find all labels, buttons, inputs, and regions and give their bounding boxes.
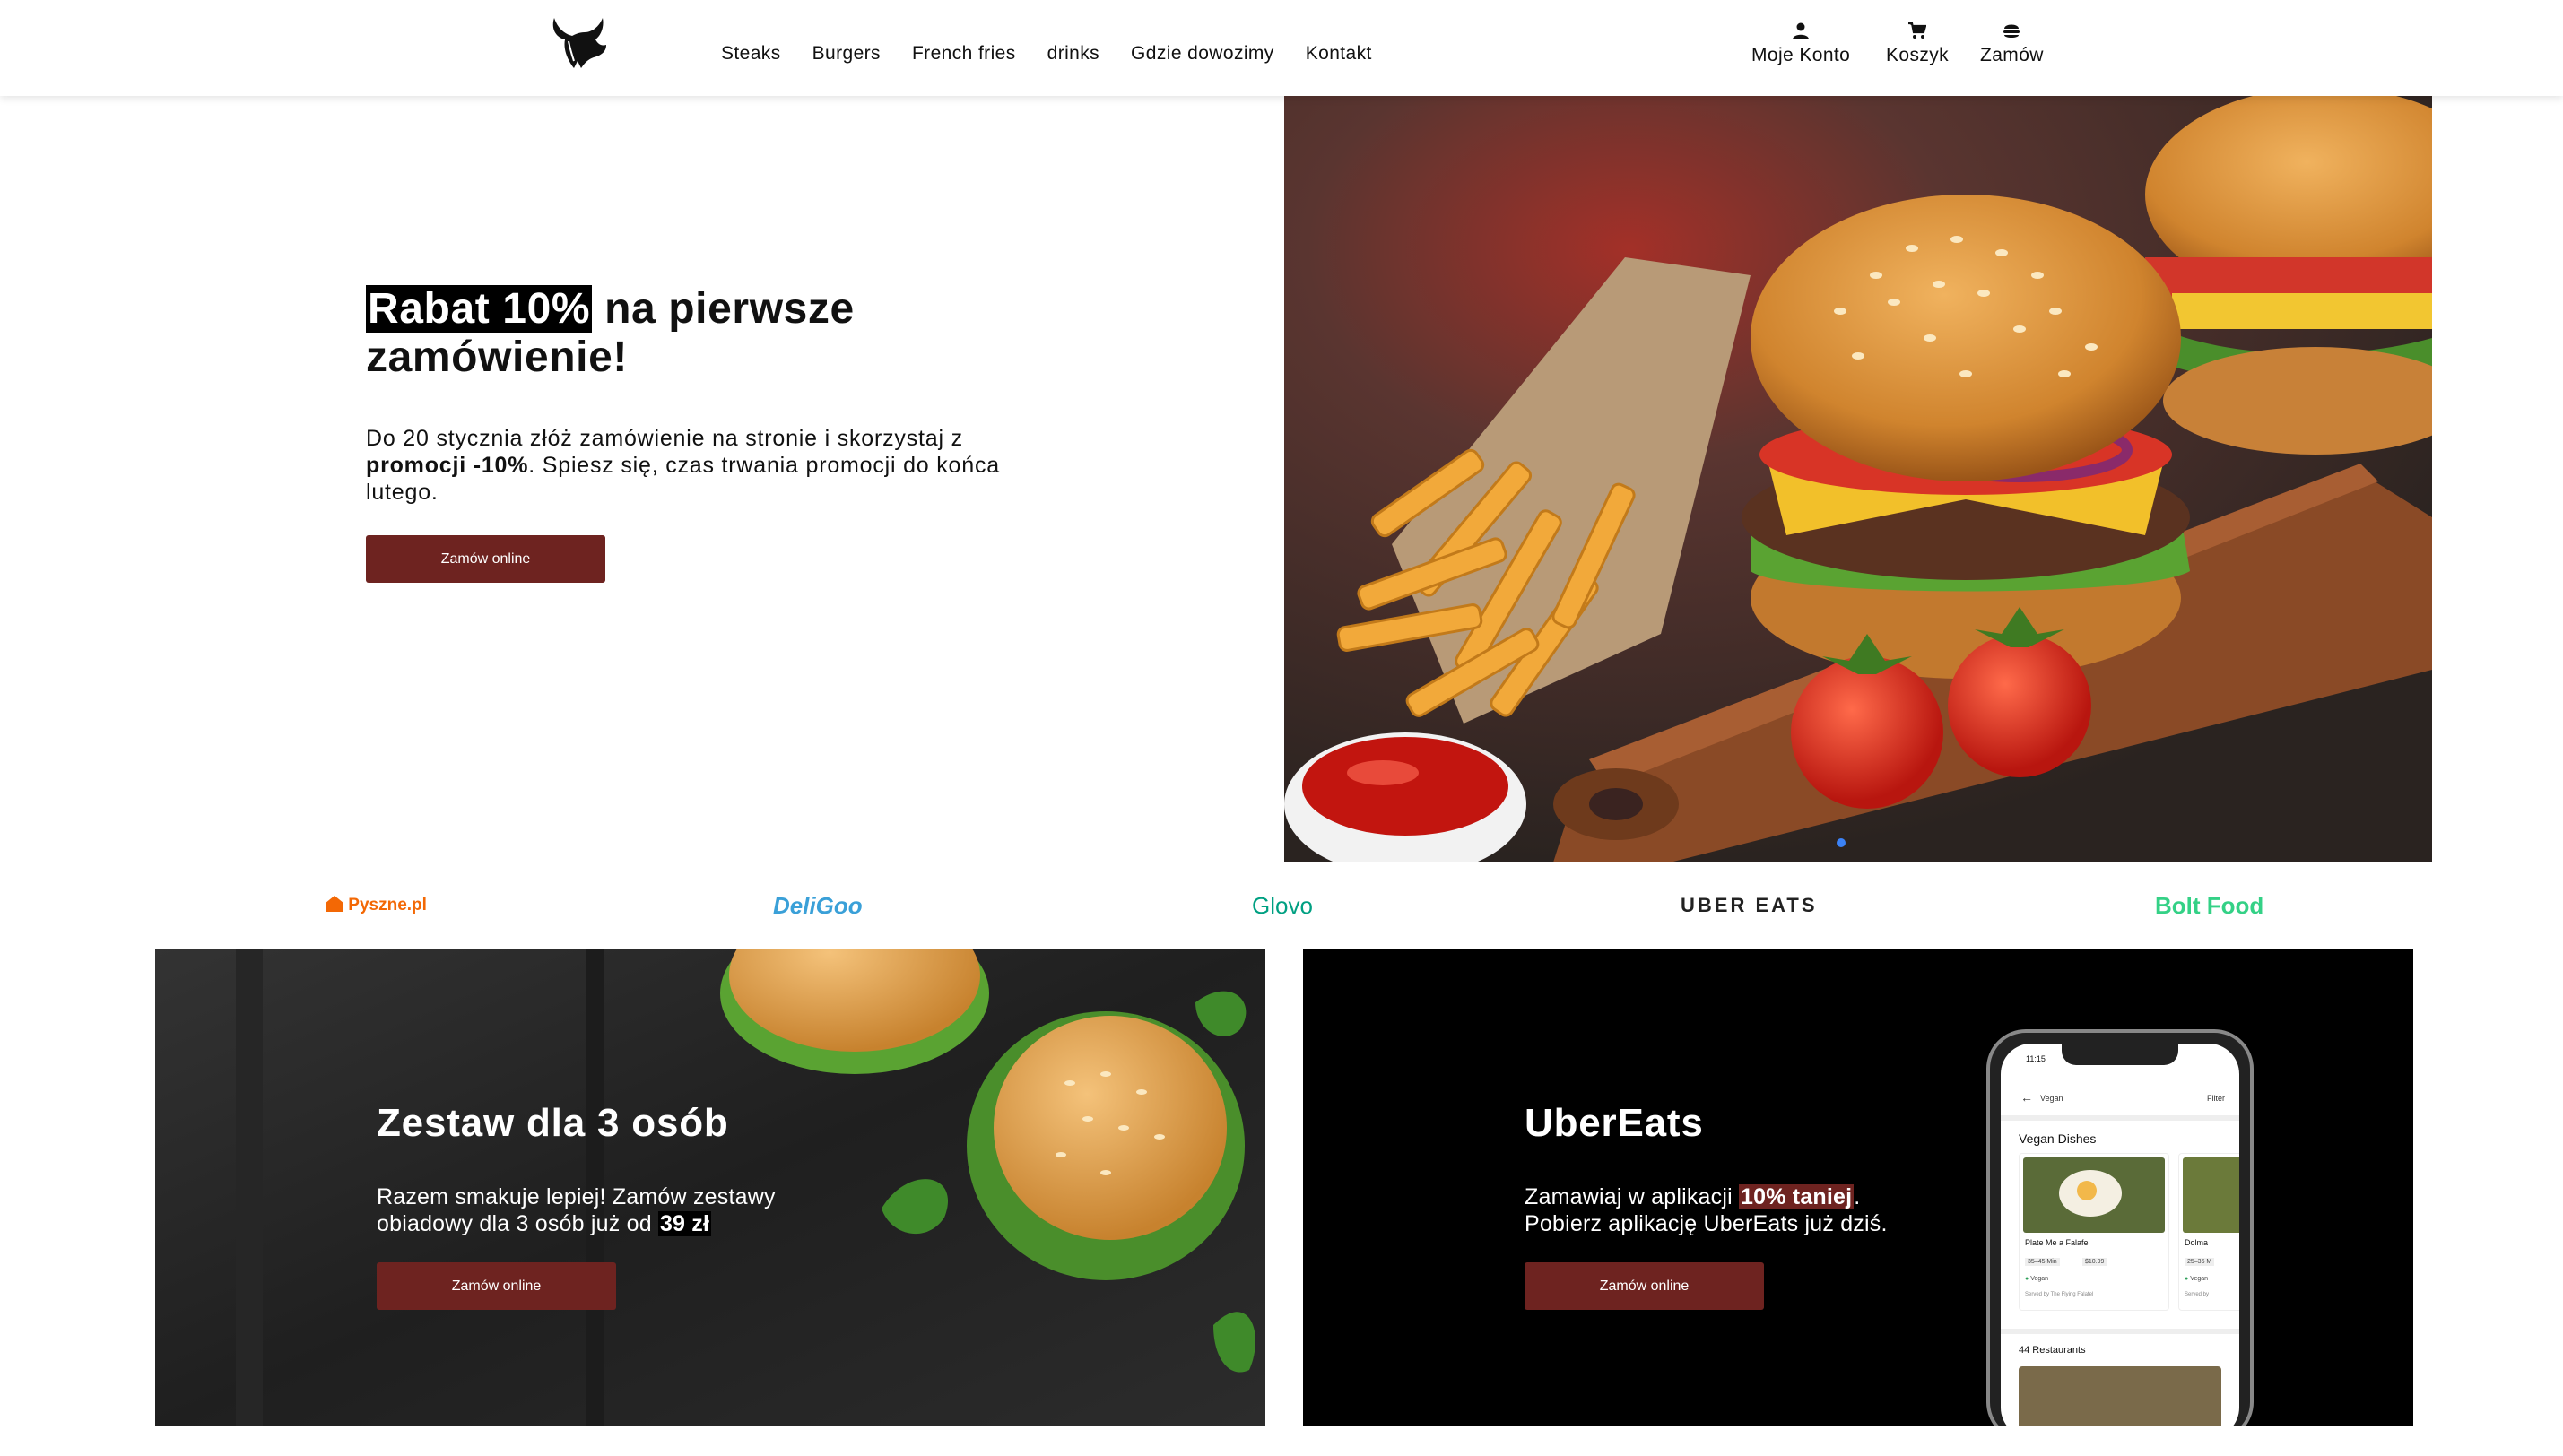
phone-notch bbox=[2062, 1044, 2178, 1065]
user-icon bbox=[1793, 22, 1810, 39]
phone-back-label: Vegan bbox=[2040, 1094, 2063, 1103]
partner-ubereats[interactable]: UBER EATS bbox=[1681, 883, 1818, 928]
dish-served-by: Served by The Flying Falafel bbox=[2025, 1292, 2094, 1297]
hero-description: Do 20 stycznia złóż zamówienie na stroni… bbox=[366, 425, 1012, 506]
phone-mockup: 11:15 ← Vegan Filter Vegan Dishes Plate … bbox=[1986, 1029, 2254, 1426]
restaurant-image[interactable] bbox=[2019, 1366, 2221, 1426]
order-link[interactable]: Zamów bbox=[1980, 22, 2044, 66]
nav-delivery-area[interactable]: Gdzie dowozimy bbox=[1131, 43, 1274, 66]
hero-order-button[interactable]: Zamów online bbox=[366, 535, 605, 583]
hero-title: Rabat 10% na pierwsze zamówienie! bbox=[366, 285, 1012, 382]
nav-burgers[interactable]: Burgers bbox=[812, 43, 881, 66]
dish2-time: 25–35 M bbox=[2185, 1258, 2215, 1266]
cart-icon bbox=[1908, 22, 1927, 39]
dish-time: 35–45 Min bbox=[2025, 1258, 2060, 1266]
partner-boltfood[interactable]: Bolt Food bbox=[2155, 883, 2263, 928]
hero-desc-bold: promocji -10% bbox=[366, 453, 529, 478]
partner-logos: Pyszne.pl DeliGoo Glovo UBER EATS Bolt F… bbox=[0, 883, 2563, 928]
card-ubereats-desc-part1: Zamawiaj w aplikacji bbox=[1525, 1184, 1739, 1209]
card-set-title: Zestaw dla 3 osób bbox=[377, 1101, 729, 1145]
hero-desc-part1: Do 20 stycznia złóż zamówienie na stroni… bbox=[366, 426, 963, 451]
cart-link[interactable]: Koszyk bbox=[1886, 22, 1949, 66]
burger-icon bbox=[2003, 24, 2020, 38]
partner-glovo[interactable]: Glovo bbox=[1252, 883, 1313, 928]
partner-deligoo[interactable]: DeliGoo bbox=[773, 883, 863, 928]
card-set-desc-part1: Razem smakuje lepiej! Zamów zestawy obia… bbox=[377, 1184, 776, 1236]
phone-section-title: Vegan Dishes bbox=[2019, 1131, 2097, 1146]
order-label: Zamów bbox=[1980, 45, 2044, 65]
dish2-image bbox=[2183, 1157, 2239, 1233]
promo-card-set: Zestaw dla 3 osób Razem smakuje lepiej! … bbox=[155, 949, 1265, 1426]
phone-screen: 11:15 ← Vegan Filter Vegan Dishes Plate … bbox=[2001, 1044, 2239, 1426]
bull-logo-icon[interactable] bbox=[549, 14, 610, 72]
dish2-name: Dolma bbox=[2185, 1238, 2209, 1247]
account-link[interactable]: Moje Konto bbox=[1751, 22, 1850, 66]
nav-drinks[interactable]: drinks bbox=[1047, 43, 1099, 66]
house-icon bbox=[326, 896, 343, 912]
dish2-tag: ● Vegan bbox=[2185, 1276, 2208, 1282]
partner-pyszne[interactable]: Pyszne.pl bbox=[326, 883, 427, 928]
card-set-price: 39 zł bbox=[657, 1211, 712, 1236]
dish2-tag-label: Vegan bbox=[2190, 1276, 2209, 1282]
nav-contact[interactable]: Kontakt bbox=[1306, 43, 1372, 66]
hero-title-highlight: Rabat 10% bbox=[366, 285, 593, 333]
dish2-served-by: Served by bbox=[2185, 1292, 2210, 1297]
phone-dish-card[interactable]: Plate Me a Falafel 35–45 Min $10.99 ● Ve… bbox=[2019, 1153, 2169, 1311]
phone-divider-2 bbox=[2001, 1329, 2239, 1334]
hero-content: Rabat 10% na pierwsze zamówienie! Do 20 … bbox=[366, 285, 1012, 506]
egg-shape bbox=[2077, 1181, 2097, 1200]
phone-filter-label[interactable]: Filter bbox=[2207, 1094, 2225, 1103]
cart-label: Koszyk bbox=[1886, 45, 1950, 65]
dish-price: $10.99 bbox=[2082, 1258, 2107, 1266]
card-set-description: Razem smakuje lepiej! Zamów zestawy obia… bbox=[377, 1183, 843, 1237]
vegan-dot-icon: ● bbox=[2025, 1276, 2029, 1282]
slider-dot-active[interactable] bbox=[1837, 838, 1846, 847]
phone-dish-card-2[interactable]: Dolma 25–35 M ● Vegan Served by bbox=[2178, 1153, 2239, 1311]
phone-back-icon[interactable]: ← bbox=[2020, 1090, 2033, 1105]
card-ubereats-discount: 10% taniej bbox=[1739, 1184, 1855, 1209]
card-ubereats-description: Zamawiaj w aplikacji 10% taniej. Pobierz… bbox=[1525, 1183, 1937, 1237]
nav-steaks[interactable]: Steaks bbox=[721, 43, 781, 66]
card-set-order-button[interactable]: Zamów online bbox=[377, 1262, 616, 1310]
dish-name: Plate Me a Falafel bbox=[2025, 1238, 2090, 1247]
account-label: Moje Konto bbox=[1751, 45, 1851, 65]
hero-image bbox=[1284, 96, 2432, 862]
phone-divider bbox=[2001, 1115, 2239, 1121]
burger-fries-illustration bbox=[1284, 96, 2432, 862]
dish-tag-label: Vegan bbox=[2030, 1276, 2049, 1282]
site-header: Steaks Burgers French fries drinks Gdzie… bbox=[0, 0, 2563, 96]
dish-tag: ● Vegan bbox=[2025, 1276, 2048, 1282]
nav-french-fries[interactable]: French fries bbox=[912, 43, 1016, 66]
phone-restaurants-count: 44 Restaurants bbox=[2019, 1345, 2086, 1356]
card-ubereats-order-button[interactable]: Zamów online bbox=[1525, 1262, 1764, 1310]
dish-image bbox=[2023, 1157, 2165, 1233]
partner-pyszne-label: Pyszne.pl bbox=[348, 896, 427, 914]
promo-card-ubereats: UberEats Zamawiaj w aplikacji 10% taniej… bbox=[1303, 949, 2413, 1426]
main-nav: Steaks Burgers French fries drinks Gdzie… bbox=[721, 43, 1403, 66]
vegan-dot-icon-2: ● bbox=[2185, 1276, 2189, 1282]
phone-time: 11:15 bbox=[2026, 1054, 2046, 1063]
card-ubereats-title: UberEats bbox=[1525, 1101, 1704, 1145]
